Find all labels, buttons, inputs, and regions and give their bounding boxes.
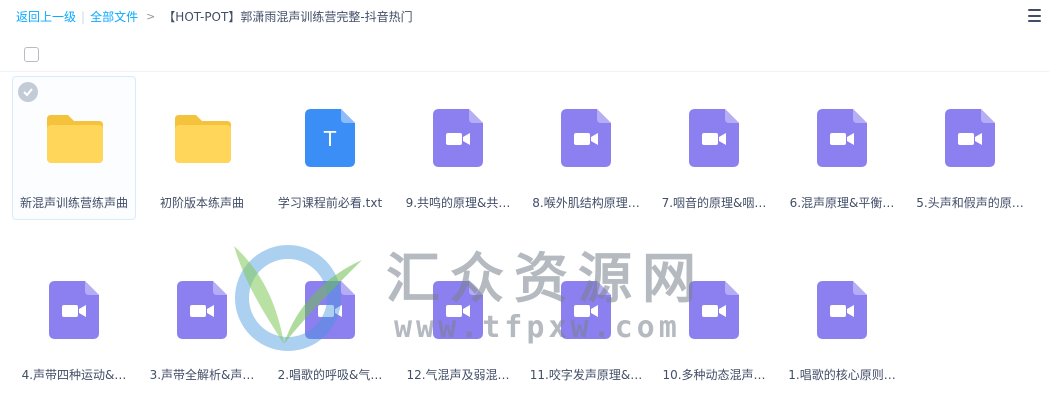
file-item[interactable]: 4.声带四种运动&… bbox=[12, 248, 136, 392]
folder-icon bbox=[44, 107, 106, 169]
file-name: 10.多种动态混声… bbox=[662, 368, 766, 382]
video-file-icon bbox=[561, 281, 611, 339]
file-item[interactable]: 8.喉外肌结构原理… bbox=[524, 76, 648, 220]
file-item[interactable]: 7.咽音的原理&咽… bbox=[652, 76, 776, 220]
selection-bar bbox=[0, 42, 1049, 72]
video-file-icon bbox=[561, 109, 611, 167]
file-item[interactable]: 9.共鸣的原理&共… bbox=[396, 76, 520, 220]
file-item[interactable]: 11.咬字发声原理&… bbox=[524, 248, 648, 392]
file-item[interactable]: 10.多种动态混声… bbox=[652, 248, 776, 392]
file-item[interactable]: 5.头声和假声的原… bbox=[908, 76, 1032, 220]
breadcrumb: 返回上一级 | 全部文件 > 【HOT-POT】郭潇雨混声训练营完整-抖音热门 bbox=[16, 9, 413, 25]
video-file-icon bbox=[433, 109, 483, 167]
file-name: 11.咬字发声原理&… bbox=[529, 368, 643, 382]
file-item[interactable]: 1.唱歌的核心原则… bbox=[780, 248, 904, 392]
video-file-icon bbox=[817, 109, 867, 167]
text-file-icon: T bbox=[305, 109, 355, 167]
folder-icon bbox=[172, 107, 234, 169]
svg-text:T: T bbox=[323, 127, 337, 151]
file-name: 4.声带四种运动&… bbox=[21, 368, 127, 382]
video-file-icon bbox=[817, 281, 867, 339]
video-file-icon bbox=[689, 281, 739, 339]
file-item[interactable]: 12.气混声及弱混… bbox=[396, 248, 520, 392]
folder-item[interactable]: 新混声训练营练声曲 bbox=[12, 76, 136, 220]
file-name: 1.唱歌的核心原则… bbox=[788, 368, 896, 382]
video-file-icon bbox=[689, 109, 739, 167]
file-name: 8.喉外肌结构原理… bbox=[532, 196, 640, 210]
file-grid: 新混声训练营练声曲 初阶版本练声曲 T 学习课程前必看.txt 9.共鸣的原理&共… 8.… bbox=[12, 76, 1049, 393]
file-name: 3.声带全解析&声… bbox=[149, 368, 255, 382]
select-all-checkbox[interactable] bbox=[24, 47, 39, 62]
breadcrumb-separator: | bbox=[81, 10, 86, 24]
video-file-icon bbox=[177, 281, 227, 339]
folder-item[interactable]: 初阶版本练声曲 bbox=[140, 76, 264, 220]
video-file-icon bbox=[49, 281, 99, 339]
file-name: 7.咽音的原理&咽… bbox=[661, 196, 767, 210]
file-name: 9.共鸣的原理&共… bbox=[405, 196, 511, 210]
checkmark-icon[interactable] bbox=[18, 82, 38, 102]
all-files-link[interactable]: 全部文件 bbox=[90, 9, 138, 25]
file-item[interactable]: 3.声带全解析&声… bbox=[140, 248, 264, 392]
list-view-icon[interactable] bbox=[1028, 9, 1041, 22]
video-file-icon bbox=[305, 281, 355, 339]
top-bar: 返回上一级 | 全部文件 > 【HOT-POT】郭潇雨混声训练营完整-抖音热门 bbox=[0, 0, 1049, 34]
file-name: 新混声训练营练声曲 bbox=[19, 196, 128, 210]
file-item[interactable]: 6.混声原理&平衡… bbox=[780, 76, 904, 220]
back-link[interactable]: 返回上一级 bbox=[16, 9, 76, 25]
file-name: 6.混声原理&平衡… bbox=[789, 196, 895, 210]
current-folder-title: 【HOT-POT】郭潇雨混声训练营完整-抖音热门 bbox=[163, 10, 413, 24]
file-name: 学习课程前必看.txt bbox=[277, 196, 383, 210]
file-name: 12.气混声及弱混… bbox=[406, 368, 510, 382]
chevron-right-icon: > bbox=[146, 10, 156, 23]
file-name: 2.唱歌的呼吸&气… bbox=[277, 368, 383, 382]
video-file-icon bbox=[433, 281, 483, 339]
file-item[interactable]: T 学习课程前必看.txt bbox=[268, 76, 392, 220]
file-name: 初阶版本练声曲 bbox=[159, 196, 244, 210]
video-file-icon bbox=[945, 109, 995, 167]
file-item[interactable]: 2.唱歌的呼吸&气… bbox=[268, 248, 392, 392]
file-name: 5.头声和假声的原… bbox=[916, 196, 1024, 210]
